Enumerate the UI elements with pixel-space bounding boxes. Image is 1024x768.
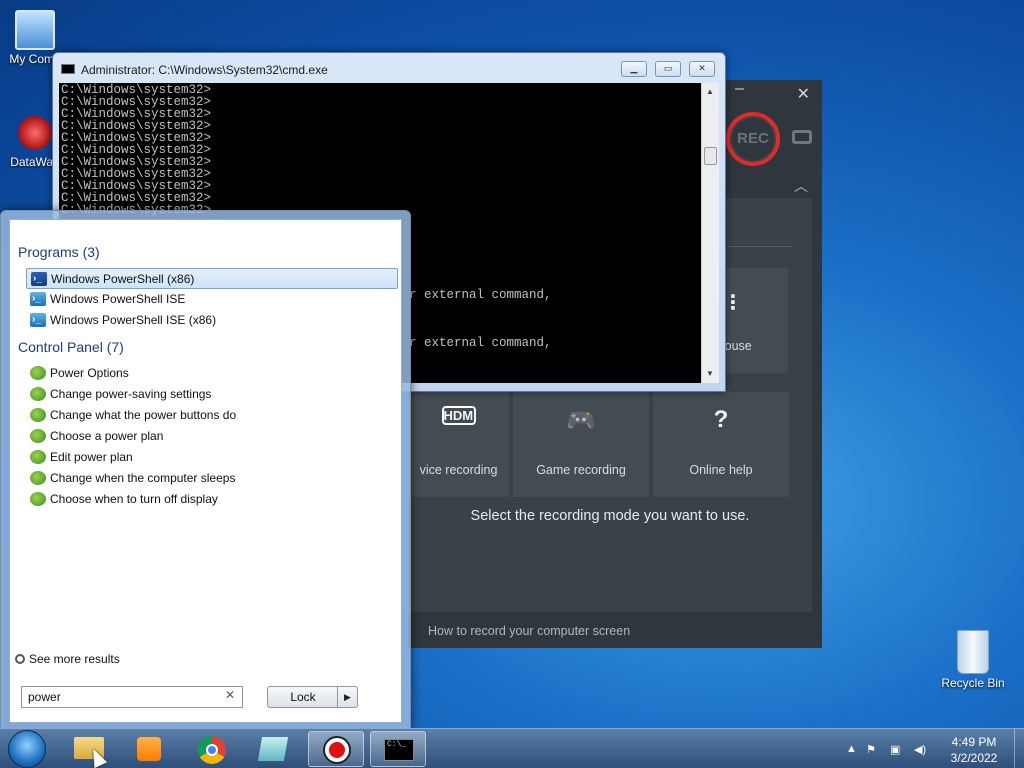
power-options-icon — [30, 366, 46, 380]
item-label: Change power-saving settings — [50, 387, 212, 401]
start-search-input[interactable]: power — [21, 686, 243, 708]
clear-search-icon[interactable]: ✕ — [225, 688, 235, 702]
search-icon — [15, 654, 25, 664]
item-label: Choose a power plan — [50, 429, 164, 443]
taskbar: C:\_ ▲ ⚑ ▣ ◀) 4:49 PM 3/2/2022 — [0, 728, 1024, 768]
cmd-titlebar[interactable]: Administrator: C:\Windows\System32\cmd.e… — [53, 53, 725, 83]
item-label: Edit power plan — [50, 450, 133, 464]
camera-icon[interactable] — [792, 130, 812, 144]
close-icon[interactable]: ✕ — [797, 84, 810, 104]
program-item[interactable]: Windows PowerShell ISE (x86) — [26, 309, 398, 331]
item-label: Change when the computer sleeps — [50, 471, 236, 485]
recording-mode-hint: Select the recording mode you want to us… — [470, 508, 750, 524]
scroll-down-icon[interactable]: ▼ — [706, 369, 714, 378]
console-line: r external command, — [409, 336, 552, 350]
taskbar-cmd[interactable]: C:\_ — [370, 731, 426, 767]
divider — [728, 246, 792, 247]
item-label: Choose when to turn off display — [50, 492, 218, 506]
program-item[interactable]: Windows PowerShell (x86) — [26, 268, 398, 289]
power-options-icon — [30, 492, 46, 506]
power-options-arrow-button[interactable]: ▶ — [337, 686, 358, 708]
volume-icon[interactable]: ◀) — [914, 743, 928, 756]
scroll-thumb[interactable] — [704, 147, 717, 165]
powershell-ise-icon — [30, 309, 46, 330]
prompt-lines: C:\Windows\system32> C:\Windows\system32>… — [61, 84, 699, 217]
collapse-icon[interactable]: ︿ — [794, 176, 808, 196]
chrome-center — [206, 744, 218, 756]
vertical-scrollbar[interactable]: ▲ ▼ — [701, 83, 719, 383]
tile-label: vice recording — [419, 463, 498, 477]
device-recording-tile[interactable]: HDMI vice recording — [408, 392, 509, 497]
control-panel-item[interactable]: Change when the computer sleeps — [26, 468, 398, 489]
network-icon[interactable]: ▣ — [890, 743, 904, 756]
cmd-app-icon — [61, 64, 75, 74]
console-line: r external command, — [409, 288, 552, 302]
online-help-tile[interactable]: ? Online help — [653, 392, 789, 497]
record-button[interactable]: REC — [726, 112, 780, 166]
window-title: Administrator: C:\Windows\System32\cmd.e… — [81, 63, 328, 77]
search-results-pane: Programs (3) Windows PowerShell (x86) Wi… — [9, 219, 402, 723]
control-panel-item[interactable]: Power Options — [26, 363, 398, 384]
power-options-icon — [30, 450, 46, 464]
control-panel-item[interactable]: Change what the power buttons do — [26, 405, 398, 426]
show-hidden-icons[interactable]: ▲ — [846, 743, 860, 755]
datawag-icon — [16, 113, 54, 153]
system-clock[interactable]: 4:49 PM 3/2/2022 — [932, 734, 1016, 766]
desktop-icon-recycle-bin[interactable]: Recycle Bin — [938, 630, 1008, 690]
record-dot — [329, 742, 345, 758]
taskbar-media-player[interactable] — [122, 731, 178, 767]
see-more-label: See more results — [29, 652, 120, 666]
maximize-button[interactable]: ▭ — [655, 61, 681, 77]
recycle-bin-icon — [957, 630, 989, 674]
how-to-record-link[interactable]: How to record your computer screen — [428, 624, 630, 638]
item-label: Windows PowerShell ISE (x86) — [50, 313, 217, 327]
programs-header: Programs (3) — [18, 244, 100, 260]
tile-label: Game recording — [536, 463, 626, 477]
gamepad-icon: 🎮 — [566, 407, 596, 434]
scroll-up-icon[interactable]: ▲ — [706, 87, 714, 96]
minimize-icon[interactable]: – — [735, 80, 744, 98]
action-center-icon[interactable]: ⚑ — [866, 743, 880, 756]
taskbar-recorder[interactable] — [308, 731, 364, 767]
computer-icon — [15, 10, 55, 50]
power-options-icon — [30, 471, 46, 485]
powershell-ise-icon — [30, 288, 46, 309]
start-button[interactable] — [8, 730, 46, 768]
start-menu: Programs (3) Windows PowerShell (x86) Wi… — [0, 210, 411, 730]
help-icon: ? — [713, 406, 729, 433]
item-label: Power Options — [50, 366, 129, 380]
power-options-icon — [30, 429, 46, 443]
clock-time: 4:49 PM — [951, 735, 997, 749]
item-label: Change what the power buttons do — [50, 408, 237, 422]
clock-date: 3/2/2022 — [950, 751, 998, 765]
minimize-button[interactable]: ▁ — [621, 61, 647, 77]
taskbar-chrome[interactable] — [184, 731, 240, 767]
control-panel-item[interactable]: Choose when to turn off display — [26, 489, 398, 510]
item-label: Windows PowerShell ISE — [50, 292, 186, 306]
desktop-icon-label: Recycle Bin — [941, 676, 1005, 690]
show-desktop-button[interactable] — [1014, 729, 1024, 768]
powershell-icon — [31, 268, 47, 289]
item-label: Windows PowerShell (x86) — [51, 272, 195, 286]
close-button[interactable]: ✕ — [689, 61, 715, 77]
control-panel-item[interactable]: Edit power plan — [26, 447, 398, 468]
app-icon — [257, 737, 289, 761]
control-panel-item[interactable]: Choose a power plan — [26, 426, 398, 447]
game-recording-tile[interactable]: 🎮 Game recording — [513, 392, 649, 497]
power-options-icon — [30, 408, 46, 422]
program-item[interactable]: Windows PowerShell ISE — [26, 288, 398, 310]
hdmi-icon: HDMI — [441, 406, 477, 425]
power-options-icon — [30, 387, 46, 401]
control-panel-header: Control Panel (7) — [18, 339, 124, 355]
media-player-icon — [137, 737, 161, 761]
lock-button[interactable]: Lock — [267, 686, 339, 708]
cmd-icon: C:\_ — [384, 739, 414, 761]
tile-label: Online help — [689, 463, 753, 477]
control-panel-item[interactable]: Change power-saving settings — [26, 384, 398, 405]
see-more-results-link[interactable]: See more results — [15, 652, 120, 666]
taskbar-app[interactable] — [246, 731, 302, 767]
